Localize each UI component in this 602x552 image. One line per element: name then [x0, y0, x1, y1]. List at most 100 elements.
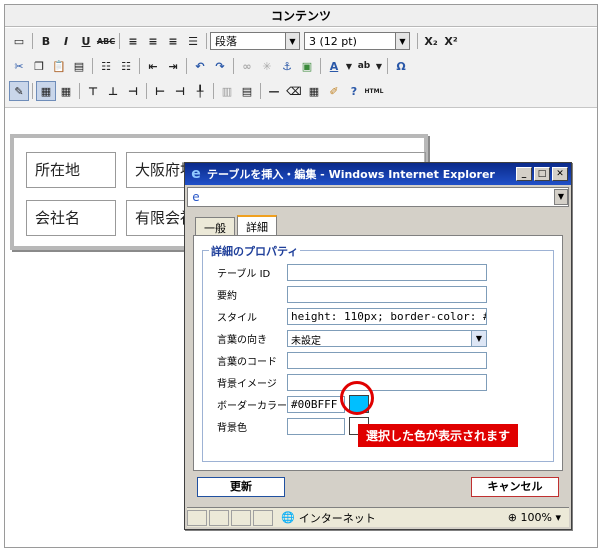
table-id-label: テーブル ID — [217, 268, 271, 280]
tab-advanced[interactable]: 詳細 — [237, 215, 277, 237]
numbered-list-icon[interactable]: ☷ — [116, 56, 136, 76]
field-row: スタイル height: 110px; border-color: #00BF — [217, 307, 547, 325]
group-legend: 詳細のプロパティ — [209, 243, 301, 259]
lang-code-label: 言葉のコード — [217, 356, 277, 368]
editor-toolbar: ▭ B I U ABC ≡ ≡ ≡ ☰ 段落 ▼ 3 (12 pt) ▼ X₂ … — [5, 28, 597, 108]
zone-label: インターネット — [298, 511, 376, 525]
paste-icon[interactable]: 📋 — [49, 56, 69, 76]
align-center-icon[interactable]: ≡ — [143, 31, 163, 51]
html-source-button[interactable]: HTML — [364, 81, 384, 101]
new-document-icon[interactable]: ▭ — [9, 31, 29, 51]
cut-icon[interactable]: ✂ — [9, 56, 29, 76]
bg-image-label: 背景イメージ — [217, 378, 277, 390]
anchor-icon[interactable]: ⚓ — [277, 56, 297, 76]
editor-title: コンテンツ — [5, 5, 597, 27]
style-label: スタイル — [217, 312, 257, 324]
superscript-button[interactable]: X² — [441, 31, 461, 51]
table-dialog: e テーブルを挿入・編集 - Windows Internet Explorer… — [184, 162, 572, 530]
summary-input[interactable] — [287, 285, 487, 303]
strikethrough-button[interactable]: ABC — [96, 31, 116, 51]
chevron-down-icon: ▼ — [395, 33, 409, 49]
delete-row-icon[interactable]: ⊣ — [123, 81, 143, 101]
chevron-down-icon[interactable]: ▼ — [344, 56, 354, 76]
bg-color-input[interactable] — [287, 417, 345, 435]
lang-code-input[interactable] — [287, 351, 487, 369]
cleanup-icon[interactable]: ✐ — [324, 81, 344, 101]
align-justify-icon[interactable]: ☰ — [183, 31, 203, 51]
redo-icon[interactable]: ↷ — [210, 56, 230, 76]
format-select[interactable]: 段落 ▼ — [210, 32, 300, 50]
border-color-input[interactable]: #00BFFF — [287, 395, 345, 413]
separator — [32, 33, 33, 49]
align-left-icon[interactable]: ≡ — [123, 31, 143, 51]
tab-general[interactable]: 一般 — [195, 217, 235, 237]
direction-label: 言葉の向き — [217, 334, 267, 346]
toolbar-row-3: ✎ ▦ ▦ ⊤ ⊥ ⊣ ⊢ ⊣ ╀ ▥ ▤ — ⌫ ▦ ✐ ? HTML — [9, 80, 384, 102]
font-size-select-value: 3 (12 pt) — [309, 35, 357, 48]
col-before-icon[interactable]: ⊢ — [150, 81, 170, 101]
italic-button[interactable]: I — [56, 31, 76, 51]
table-icon[interactable]: ▦ — [36, 81, 56, 101]
eraser-icon[interactable]: ⌫ — [284, 81, 304, 101]
subscript-button[interactable]: X₂ — [421, 31, 441, 51]
delete-col-icon[interactable]: ╀ — [190, 81, 210, 101]
table-cell[interactable]: 会社名 — [26, 200, 116, 236]
minimize-icon[interactable]: _ — [516, 167, 532, 181]
edit-style-icon[interactable]: ✎ — [9, 81, 29, 101]
close-icon[interactable]: ✕ — [552, 167, 568, 181]
update-button[interactable]: 更新 — [197, 477, 285, 497]
indent-icon[interactable]: ⇥ — [163, 56, 183, 76]
unlink-icon[interactable]: ✳ — [257, 56, 277, 76]
chevron-down-icon[interactable]: ▼ — [374, 56, 384, 76]
text-color-icon[interactable]: A — [324, 56, 344, 76]
grid-icon[interactable]: ▦ — [304, 81, 324, 101]
field-row: テーブル ID — [217, 263, 547, 281]
bullet-list-icon[interactable]: ☷ — [96, 56, 116, 76]
format-select-value: 段落 — [215, 35, 237, 48]
row-after-icon[interactable]: ⊥ — [103, 81, 123, 101]
field-row: 言葉の向き 未設定 ▼ — [217, 329, 547, 347]
ie-icon: e — [191, 166, 201, 182]
status-pane — [187, 509, 207, 526]
separator — [387, 58, 388, 74]
link-icon[interactable]: ∞ — [237, 56, 257, 76]
maximize-icon[interactable]: □ — [534, 167, 550, 181]
address-bar[interactable]: e ▼ — [187, 187, 569, 207]
help-icon[interactable]: ? — [344, 81, 364, 101]
chevron-down-icon[interactable]: ▼ — [554, 189, 568, 205]
field-row: 背景イメージ — [217, 373, 547, 391]
font-size-select[interactable]: 3 (12 pt) ▼ — [304, 32, 410, 50]
zoom-control[interactable]: ⊕ 100% ▾ — [508, 511, 561, 524]
highlight-circle — [340, 381, 374, 415]
image-icon[interactable]: ▣ — [297, 56, 317, 76]
copy-icon[interactable]: ❐ — [29, 56, 49, 76]
outdent-icon[interactable]: ⇤ — [143, 56, 163, 76]
underline-button[interactable]: U — [76, 31, 96, 51]
row-before-icon[interactable]: ⊤ — [83, 81, 103, 101]
table-id-input[interactable] — [287, 263, 487, 281]
merge-cells-icon[interactable]: ▤ — [237, 81, 257, 101]
horizontal-rule-icon[interactable]: — — [264, 81, 284, 101]
align-right-icon[interactable]: ≡ — [163, 31, 183, 51]
direction-select[interactable]: 未設定 ▼ — [287, 329, 487, 347]
table-props-icon[interactable]: ▦ — [56, 81, 76, 101]
separator — [417, 33, 418, 49]
highlight-color-icon[interactable]: ab — [354, 56, 374, 76]
col-after-icon[interactable]: ⊣ — [170, 81, 190, 101]
bold-button[interactable]: B — [36, 31, 56, 51]
border-color-label: ボーダーカラー — [217, 400, 287, 412]
paste-text-icon[interactable]: ▤ — [69, 56, 89, 76]
separator — [32, 83, 33, 99]
style-input[interactable]: height: 110px; border-color: #00BF — [287, 307, 487, 325]
separator — [146, 83, 147, 99]
separator — [92, 58, 93, 74]
special-char-button[interactable]: Ω — [391, 56, 411, 76]
bg-image-input[interactable] — [287, 373, 487, 391]
dialog-titlebar[interactable]: e テーブルを挿入・編集 - Windows Internet Explorer… — [185, 163, 571, 185]
cancel-button[interactable]: キャンセル — [471, 477, 559, 497]
split-cells-icon[interactable]: ▥ — [217, 81, 237, 101]
dialog-title: テーブルを挿入・編集 - Windows Internet Explorer — [207, 168, 495, 181]
undo-icon[interactable]: ↶ — [190, 56, 210, 76]
table-cell[interactable]: 所在地 — [26, 152, 116, 188]
zoom-level: 100% — [520, 511, 552, 524]
